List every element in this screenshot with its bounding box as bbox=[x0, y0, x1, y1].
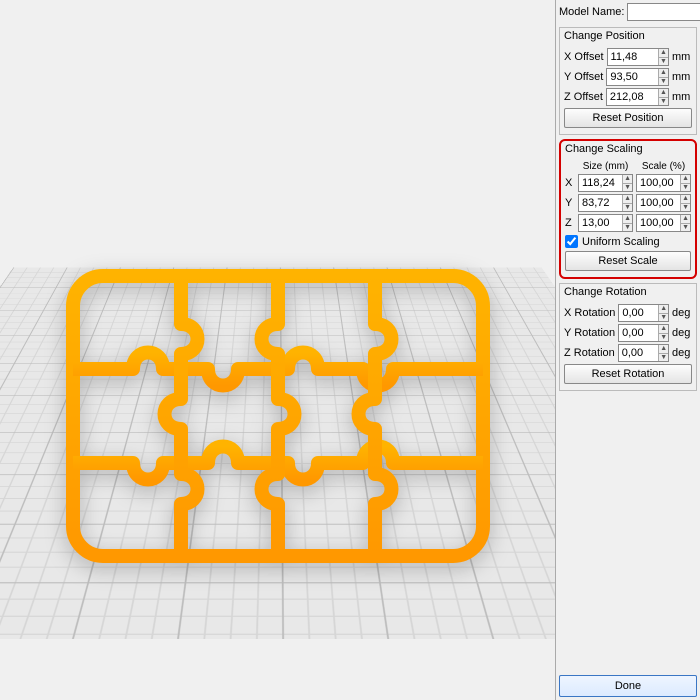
app-root: Model Name: Change Position X Offset▲▼mm… bbox=[0, 0, 700, 700]
scaling-section: Change Scaling Size (mm)Scale (%) X▲▼▲▼ … bbox=[559, 139, 697, 279]
x-offset-input[interactable]: ▲▼ bbox=[607, 48, 669, 66]
rotation-title: Change Rotation bbox=[560, 284, 696, 300]
chevron-down-icon: ▼ bbox=[659, 58, 668, 66]
model-name-input[interactable] bbox=[627, 3, 700, 21]
z-rotation-input[interactable]: ▲▼ bbox=[618, 344, 669, 362]
z-rotation-label: Z Rotation bbox=[564, 347, 615, 359]
x-rotation-input[interactable]: ▲▼ bbox=[618, 304, 669, 322]
x-rotation-label: X Rotation bbox=[564, 307, 615, 319]
scaling-title: Change Scaling bbox=[561, 141, 695, 157]
model-puzzle-cutter[interactable] bbox=[53, 256, 503, 576]
reset-scale-button[interactable]: Reset Scale bbox=[565, 251, 691, 271]
chevron-up-icon: ▲ bbox=[659, 49, 668, 58]
scale-header: Scale (%) bbox=[636, 161, 691, 172]
viewport-3d[interactable] bbox=[0, 0, 555, 700]
y-rotation-label: Y Rotation bbox=[564, 327, 615, 339]
model-name-label: Model Name: bbox=[559, 6, 624, 18]
size-x-input[interactable]: ▲▼ bbox=[578, 174, 633, 192]
scale-y-label: Y bbox=[565, 197, 575, 209]
position-section: Change Position X Offset▲▼mm Y Offset▲▼m… bbox=[559, 27, 697, 135]
properties-panel: Model Name: Change Position X Offset▲▼mm… bbox=[555, 0, 700, 700]
size-z-input[interactable]: ▲▼ bbox=[578, 214, 633, 232]
scale-x-label: X bbox=[565, 177, 575, 189]
done-button[interactable]: Done bbox=[559, 675, 697, 697]
scale-z-label: Z bbox=[565, 217, 575, 229]
reset-position-button[interactable]: Reset Position bbox=[564, 108, 692, 128]
uniform-scaling-checkbox[interactable]: Uniform Scaling bbox=[565, 235, 691, 248]
rotation-section: Change Rotation X Rotation▲▼deg Y Rotati… bbox=[559, 283, 697, 391]
x-offset-label: X Offset bbox=[564, 51, 604, 63]
y-offset-label: Y Offset bbox=[564, 71, 603, 83]
model-name-row: Model Name: bbox=[559, 3, 697, 21]
z-offset-input[interactable]: ▲▼ bbox=[606, 88, 669, 106]
scale-x-input[interactable]: ▲▼ bbox=[636, 174, 691, 192]
scale-z-input[interactable]: ▲▼ bbox=[636, 214, 691, 232]
y-offset-input[interactable]: ▲▼ bbox=[606, 68, 669, 86]
y-rotation-input[interactable]: ▲▼ bbox=[618, 324, 669, 342]
scale-y-input[interactable]: ▲▼ bbox=[636, 194, 691, 212]
reset-rotation-button[interactable]: Reset Rotation bbox=[564, 364, 692, 384]
position-title: Change Position bbox=[560, 28, 696, 44]
size-header: Size (mm) bbox=[578, 161, 633, 172]
z-offset-label: Z Offset bbox=[564, 91, 603, 103]
size-y-input[interactable]: ▲▼ bbox=[578, 194, 633, 212]
